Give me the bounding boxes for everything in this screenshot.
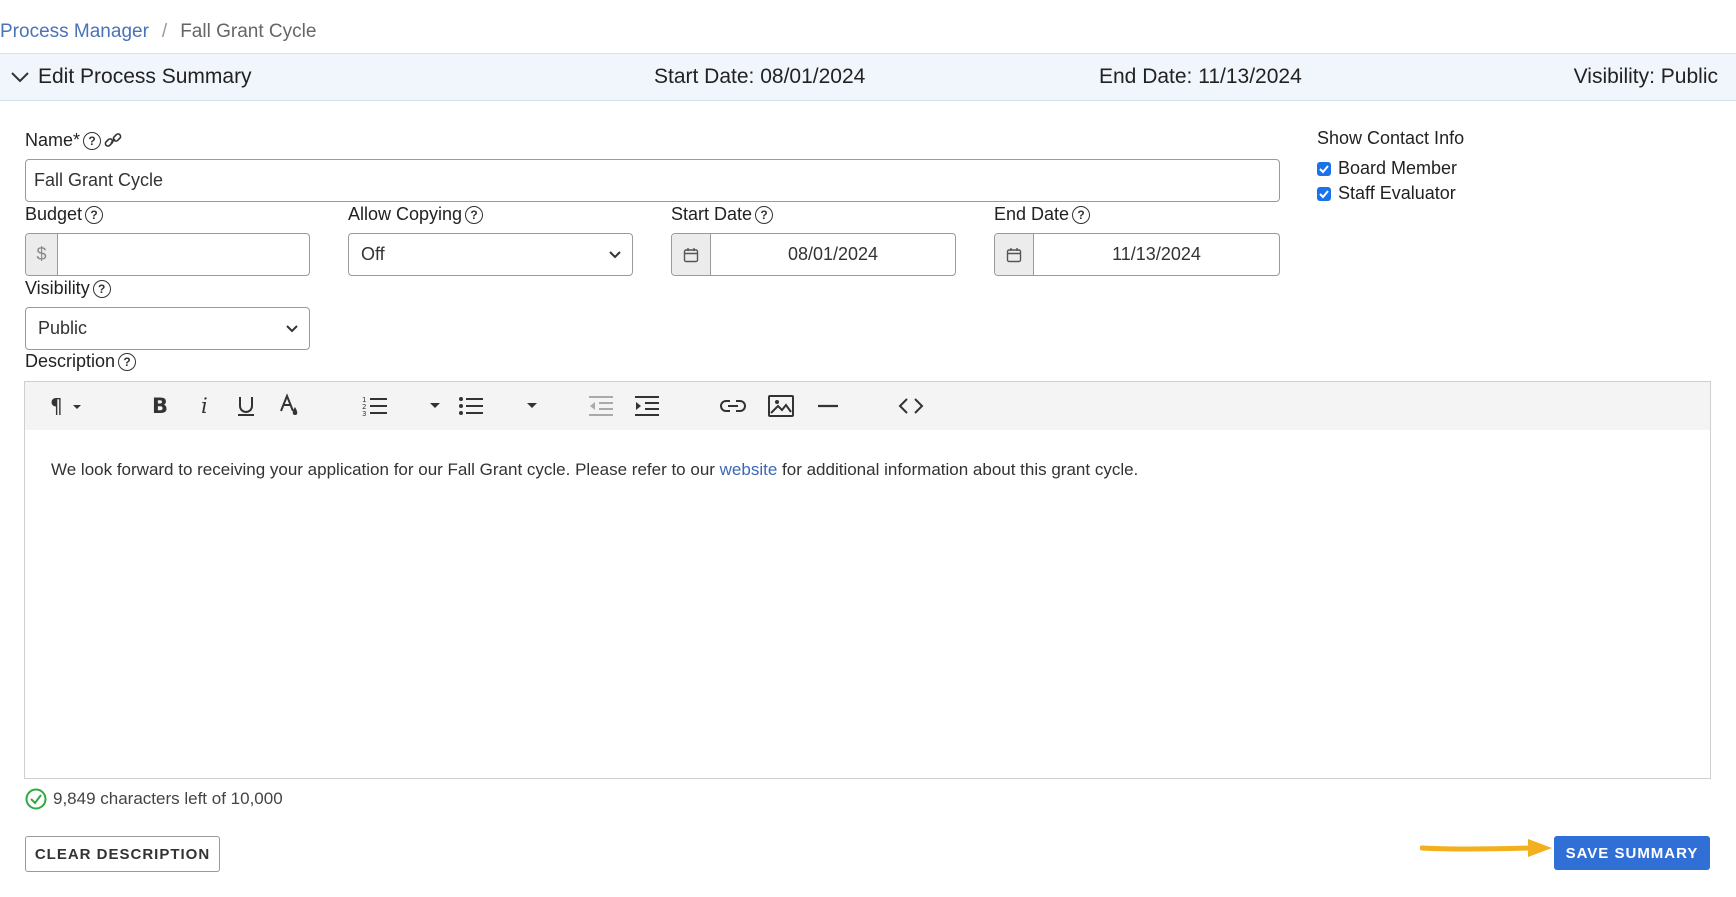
help-icon[interactable]: ? bbox=[465, 205, 484, 224]
allow-copying-value: Off bbox=[361, 244, 385, 264]
allow-copying-label: Allow Copying ? bbox=[348, 204, 484, 225]
staff-evaluator-checkbox-row[interactable]: Staff Evaluator bbox=[1317, 183, 1456, 204]
visibility-label: Visibility ? bbox=[25, 278, 111, 299]
insert-link-icon[interactable] bbox=[718, 394, 748, 418]
help-icon[interactable]: ? bbox=[755, 205, 774, 224]
staff-evaluator-label: Staff Evaluator bbox=[1338, 183, 1456, 203]
breadcrumb-separator: / bbox=[161, 21, 168, 42]
editor-text-end: for additional information about this gr… bbox=[777, 460, 1139, 479]
budget-input[interactable]: $ bbox=[25, 233, 310, 276]
start-date-label-text: Start Date bbox=[671, 204, 753, 224]
svg-text:B: B bbox=[152, 395, 168, 417]
bullet-list-icon[interactable] bbox=[456, 394, 486, 418]
checkbox-board-member[interactable] bbox=[1317, 161, 1331, 176]
breadcrumb: Process Manager / Fall Grant Cycle bbox=[0, 21, 316, 43]
end-date-value: 11/13/2024 bbox=[1112, 244, 1201, 264]
summary-end-date: End Date: 11/13/2024 bbox=[1099, 65, 1302, 88]
check-icon bbox=[1319, 189, 1329, 198]
checkbox-staff-evaluator[interactable] bbox=[1317, 186, 1331, 201]
chevron-down-icon[interactable] bbox=[10, 68, 30, 86]
check-circle-icon bbox=[25, 788, 47, 810]
breadcrumb-process-manager-link[interactable]: Process Manager bbox=[0, 21, 149, 43]
end-date-label: End Date ? bbox=[994, 204, 1091, 225]
clear-description-button[interactable]: CLEAR DESCRIPTION bbox=[25, 836, 220, 872]
end-date-label-text: End Date bbox=[994, 204, 1070, 224]
svg-text:3: 3 bbox=[362, 410, 366, 417]
visibility-value: Public bbox=[38, 318, 88, 338]
link-icon[interactable] bbox=[103, 131, 123, 151]
description-label: Description ? bbox=[25, 351, 137, 372]
paragraph-format-icon[interactable]: ¶ bbox=[47, 394, 87, 418]
start-date-input[interactable]: 08/01/2024 bbox=[671, 233, 956, 276]
end-date-input[interactable]: 11/13/2024 bbox=[994, 233, 1280, 276]
outdent-icon[interactable] bbox=[587, 394, 615, 418]
contact-info-heading: Show Contact Info bbox=[1317, 128, 1465, 148]
arrow-annotation-icon bbox=[1420, 839, 1552, 857]
bold-icon[interactable]: B bbox=[145, 394, 173, 418]
ordered-list-icon[interactable]: 123 bbox=[360, 394, 390, 418]
check-icon bbox=[1319, 164, 1329, 173]
visibility-label-text: Visibility bbox=[25, 278, 90, 298]
editor-text: We look forward to receiving your applic… bbox=[51, 460, 720, 479]
help-icon[interactable]: ? bbox=[1072, 205, 1091, 224]
character-count: 9,849 characters left of 10,000 bbox=[25, 788, 283, 810]
indent-icon[interactable] bbox=[633, 394, 661, 418]
calendar-icon[interactable] bbox=[672, 234, 711, 275]
help-icon[interactable]: ? bbox=[118, 352, 137, 371]
start-date-value: 08/01/2024 bbox=[787, 244, 879, 264]
save-summary-button[interactable]: SAVE SUMMARY bbox=[1554, 836, 1710, 870]
name-label-text: Name* bbox=[25, 130, 81, 150]
dollar-addon: $ bbox=[26, 234, 58, 275]
summary-title[interactable]: Edit Process Summary bbox=[38, 65, 252, 89]
description-label-text: Description bbox=[25, 351, 116, 371]
editor-toolbar: ¶ B i 123 bbox=[25, 382, 1710, 430]
character-count-text: 9,849 characters left of 10,000 bbox=[53, 789, 283, 808]
process-summary-header[interactable]: Edit Process Summary Start Date: 08/01/2… bbox=[0, 53, 1736, 101]
visibility-select[interactable]: Public bbox=[25, 307, 310, 350]
help-icon[interactable]: ? bbox=[83, 131, 102, 150]
svg-text:i: i bbox=[201, 395, 208, 417]
editor-content[interactable]: We look forward to receiving your applic… bbox=[51, 460, 1138, 480]
start-date-label: Start Date ? bbox=[671, 204, 774, 225]
italic-icon[interactable]: i bbox=[193, 394, 217, 418]
help-icon[interactable]: ? bbox=[85, 205, 104, 224]
website-link[interactable]: website bbox=[720, 460, 778, 479]
board-member-checkbox-row[interactable]: Board Member bbox=[1317, 158, 1457, 179]
chevron-down-icon bbox=[286, 324, 298, 332]
calendar-icon[interactable] bbox=[995, 234, 1034, 275]
allow-copying-label-text: Allow Copying bbox=[348, 204, 463, 224]
help-icon[interactable]: ? bbox=[92, 279, 111, 298]
insert-image-icon[interactable] bbox=[766, 394, 796, 418]
summary-start-date: Start Date: 08/01/2024 bbox=[654, 65, 866, 88]
name-input[interactable]: Fall Grant Cycle bbox=[25, 159, 1280, 202]
bullet-list-dropdown-icon[interactable] bbox=[525, 394, 539, 418]
svg-text:¶: ¶ bbox=[50, 395, 63, 417]
budget-input-value bbox=[58, 234, 74, 275]
summary-visibility: Visibility: Public bbox=[1573, 65, 1718, 88]
name-label: Name* ? bbox=[25, 130, 123, 151]
chevron-down-icon bbox=[609, 250, 621, 258]
budget-label-text: Budget bbox=[25, 204, 83, 224]
breadcrumb-current: Fall Grant Cycle bbox=[180, 21, 317, 42]
description-editor[interactable]: ¶ B i 123 We look forward to receiving y… bbox=[24, 381, 1711, 779]
code-view-icon[interactable] bbox=[896, 394, 926, 418]
board-member-label: Board Member bbox=[1338, 158, 1458, 178]
underline-icon[interactable] bbox=[231, 394, 261, 418]
name-input-value: Fall Grant Cycle bbox=[34, 170, 164, 190]
horizontal-line-icon[interactable] bbox=[814, 394, 842, 418]
budget-label: Budget ? bbox=[25, 204, 104, 225]
text-color-icon[interactable] bbox=[277, 393, 303, 418]
ordered-list-dropdown-icon[interactable] bbox=[428, 394, 442, 418]
allow-copying-select[interactable]: Off bbox=[348, 233, 633, 276]
